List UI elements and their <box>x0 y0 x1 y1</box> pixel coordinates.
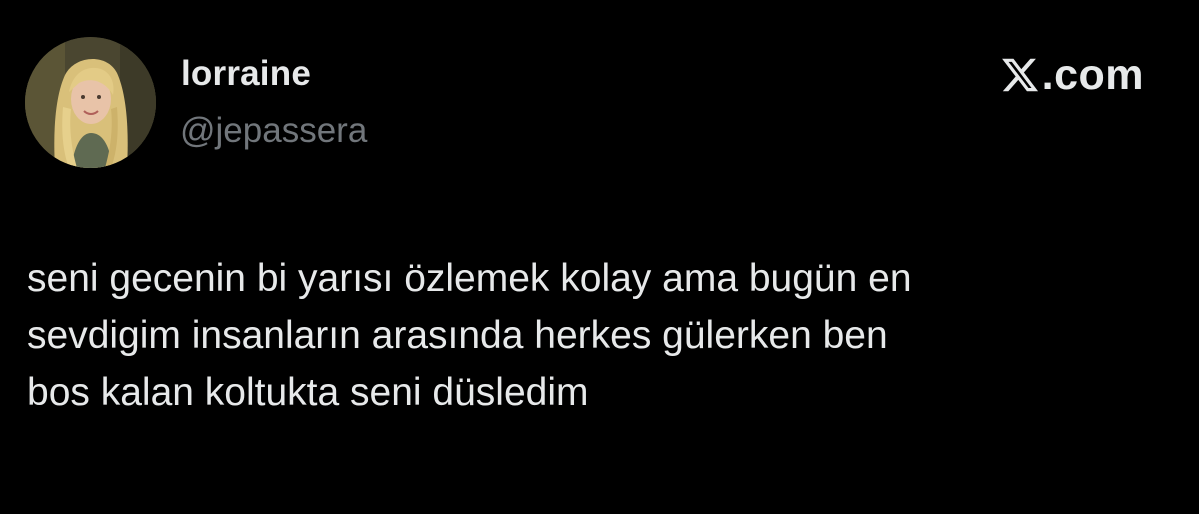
tweet-line: sevdigim insanların arasında herkes güle… <box>27 314 888 357</box>
tweet-line: seni gecenin bi yarısı özlemek kolay ama… <box>27 257 912 300</box>
x-logo-icon <box>1001 58 1038 92</box>
display-name[interactable]: lorraine <box>181 53 311 95</box>
brand-domain: .com <box>1041 51 1144 99</box>
brand-watermark: .com <box>1000 52 1144 98</box>
avatar[interactable] <box>25 37 156 168</box>
tweet-card: lorraine @jepassera .com seni gecenin bi… <box>0 0 1199 514</box>
tweet-body: seni gecenin bi yarısı özlemek kolay ama… <box>27 250 1167 421</box>
user-handle[interactable]: @jepassera <box>180 110 367 152</box>
avatar-image <box>25 37 156 168</box>
tweet-line: bos kalan koltukta seni düsledim <box>27 371 589 414</box>
